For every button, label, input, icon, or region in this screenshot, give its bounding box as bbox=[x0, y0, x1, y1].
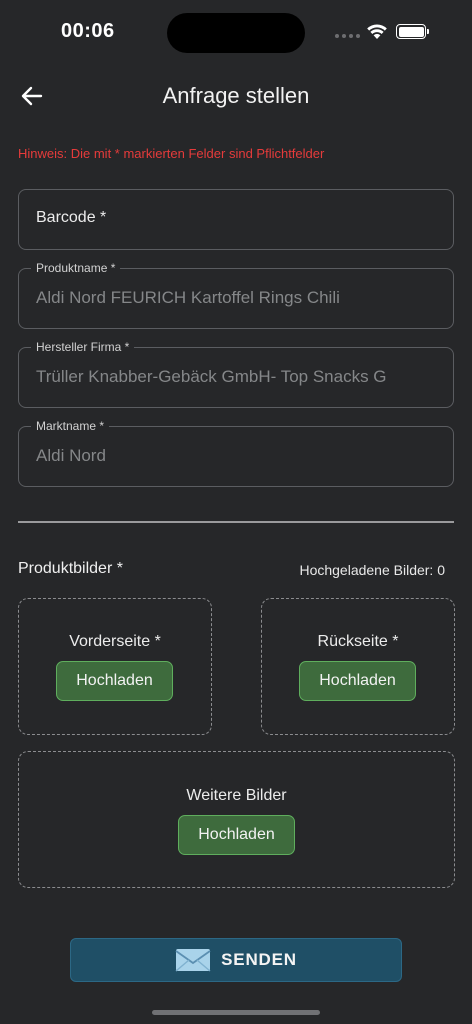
market-name-label: Marktname * bbox=[31, 419, 110, 433]
battery-icon bbox=[396, 24, 429, 39]
send-button[interactable]: SENDEN bbox=[70, 938, 402, 982]
more-images-label: Weitere Bilder bbox=[186, 787, 287, 804]
required-fields-hint: Hinweis: Die mit * markierten Felder sin… bbox=[18, 146, 325, 161]
manufacturer-field[interactable]: Hersteller Firma * Trüller Knabber-Gebäc… bbox=[18, 340, 454, 408]
product-name-label: Produktname * bbox=[31, 261, 121, 275]
screen: 00:06 Anfrage stellen Hinweis: Die mit *… bbox=[0, 0, 472, 1024]
front-upload-button[interactable]: Hochladen bbox=[56, 661, 173, 701]
uploaded-images-count: Hochgeladene Bilder: 0 bbox=[299, 562, 445, 578]
manufacturer-label: Hersteller Firma * bbox=[31, 340, 135, 354]
product-name-value: Aldi Nord FEURICH Kartoffel Rings Chili bbox=[36, 288, 340, 307]
back-image-label: Rückseite * bbox=[317, 633, 399, 650]
back-image-upload-box: Rückseite * Hochladen bbox=[261, 598, 455, 735]
more-images-upload-box: Weitere Bilder Hochladen bbox=[18, 751, 455, 888]
product-name-field[interactable]: Produktname * Aldi Nord FEURICH Kartoffe… bbox=[18, 261, 454, 329]
divider bbox=[18, 521, 454, 523]
home-indicator[interactable] bbox=[152, 1010, 320, 1015]
barcode-field[interactable]: Barcode * bbox=[18, 189, 454, 250]
barcode-label: Barcode * bbox=[36, 209, 107, 226]
product-images-title: Produktbilder * bbox=[18, 560, 123, 577]
dynamic-island bbox=[167, 13, 305, 53]
page-title: Anfrage stellen bbox=[162, 83, 310, 108]
status-time: 00:06 bbox=[61, 20, 115, 42]
send-button-label: SENDEN bbox=[221, 950, 297, 969]
back-upload-button[interactable]: Hochladen bbox=[299, 661, 416, 701]
wifi-icon bbox=[367, 24, 387, 39]
market-name-value: Aldi Nord bbox=[36, 446, 106, 465]
mail-icon bbox=[175, 949, 211, 972]
cellular-signal-icon bbox=[335, 34, 360, 38]
market-name-field[interactable]: Marktname * Aldi Nord bbox=[18, 419, 454, 487]
front-image-upload-box: Vorderseite * Hochladen bbox=[18, 598, 212, 735]
front-image-label: Vorderseite * bbox=[69, 633, 161, 650]
manufacturer-value: Trüller Knabber-Gebäck GmbH- Top Snacks … bbox=[36, 367, 387, 386]
more-upload-button[interactable]: Hochladen bbox=[178, 815, 295, 855]
